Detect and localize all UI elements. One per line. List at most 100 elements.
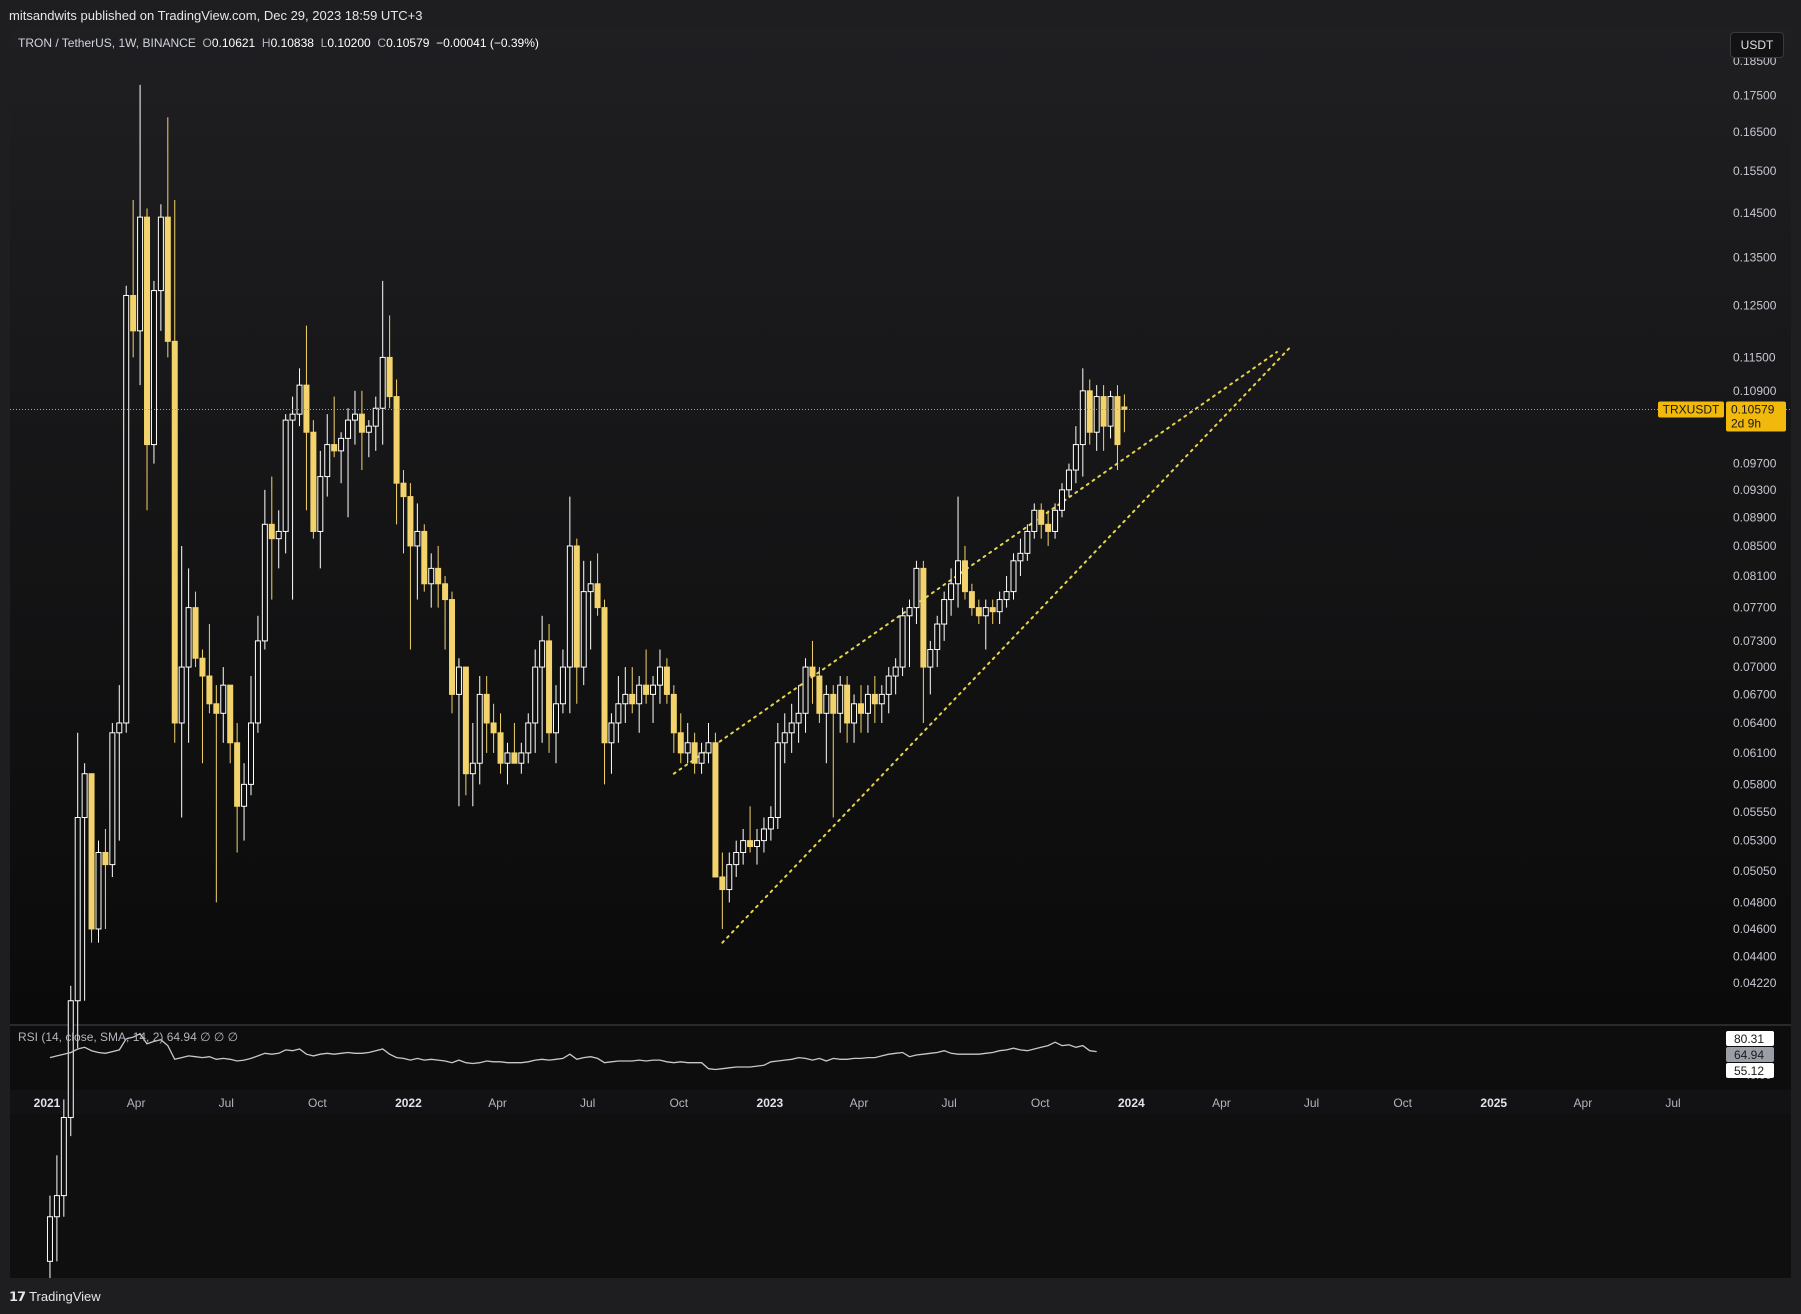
candle-body[interactable]: [1010, 560, 1017, 593]
candle-body[interactable]: [1114, 396, 1121, 446]
chart-frame[interactable]: 0.18500 0.17500 0.16500 0.15500 0.14500 0.135…: [10, 28, 1791, 1278]
candle-body[interactable]: [948, 583, 955, 601]
candle-body[interactable]: [712, 742, 719, 878]
candle-body[interactable]: [920, 567, 927, 668]
candle-body[interactable]: [996, 599, 1003, 613]
candle-body[interactable]: [566, 545, 573, 668]
candle-body[interactable]: [60, 1117, 67, 1197]
candle-body[interactable]: [809, 666, 816, 677]
candle-body[interactable]: [88, 773, 95, 930]
candle-body[interactable]: [691, 742, 698, 764]
candle-body[interactable]: [941, 599, 948, 625]
candle-body[interactable]: [781, 732, 788, 744]
candle-body[interactable]: [199, 657, 206, 677]
candle-body[interactable]: [178, 666, 185, 724]
candle-body[interactable]: [109, 732, 116, 866]
candle-body[interactable]: [601, 607, 608, 744]
candle-body[interactable]: [365, 425, 372, 433]
candle-body[interactable]: [275, 530, 282, 540]
candle-body[interactable]: [81, 773, 88, 819]
candle-body[interactable]: [254, 640, 261, 724]
candle-body[interactable]: [989, 607, 996, 613]
candle-body[interactable]: [407, 496, 414, 547]
candle-body[interactable]: [857, 703, 864, 714]
candle-body[interactable]: [227, 684, 234, 744]
candle-body[interactable]: [1093, 396, 1100, 433]
candle-body[interactable]: [837, 684, 844, 714]
candle-body[interactable]: [684, 742, 691, 754]
tradingview-logo[interactable]: 𝟭𝟳 TradingView: [9, 1289, 101, 1305]
candle-body[interactable]: [878, 693, 885, 705]
candle-body[interactable]: [975, 607, 982, 617]
candle-body[interactable]: [261, 523, 268, 642]
candle-body[interactable]: [74, 817, 81, 1002]
candle-body[interactable]: [802, 666, 809, 714]
candle-body[interactable]: [130, 294, 137, 332]
candle-body[interactable]: [116, 722, 123, 734]
candle-body[interactable]: [1107, 396, 1114, 427]
candle-body[interactable]: [934, 623, 941, 650]
candle-body[interactable]: [823, 693, 830, 714]
candle-body[interactable]: [379, 356, 386, 409]
candle-body[interactable]: [386, 356, 393, 398]
candle-body[interactable]: [171, 340, 178, 724]
candle-body[interactable]: [892, 666, 899, 677]
candle-body[interactable]: [774, 742, 781, 819]
candle-body[interactable]: [1017, 552, 1024, 562]
candle-body[interactable]: [504, 752, 511, 764]
candle-body[interactable]: [185, 607, 192, 668]
candle-body[interactable]: [656, 666, 663, 686]
candle-body[interactable]: [1052, 509, 1059, 532]
candle-body[interactable]: [497, 732, 504, 764]
candle-body[interactable]: [490, 722, 497, 734]
candle-body[interactable]: [46, 1216, 53, 1262]
candle-body[interactable]: [864, 693, 871, 714]
candle-body[interactable]: [421, 530, 428, 585]
candle-body[interactable]: [1072, 444, 1079, 471]
candle-body[interactable]: [844, 684, 851, 724]
candle-body[interactable]: [719, 876, 726, 891]
candle-body[interactable]: [123, 294, 130, 724]
candle-body[interactable]: [476, 693, 483, 764]
candle-body[interactable]: [1086, 390, 1093, 433]
candle-body[interactable]: [851, 703, 858, 724]
candle-body[interactable]: [95, 851, 102, 930]
candle-body[interactable]: [303, 384, 310, 433]
candle-body[interactable]: [469, 762, 476, 775]
candle-body[interactable]: [615, 703, 622, 724]
candle-body[interactable]: [268, 523, 275, 540]
candle-body[interactable]: [213, 703, 220, 714]
candle-body[interactable]: [747, 840, 754, 848]
candle-body[interactable]: [559, 666, 566, 705]
candle-body[interactable]: [740, 840, 747, 853]
candle-body[interactable]: [53, 1195, 60, 1218]
candle-body[interactable]: [532, 666, 539, 724]
candle-body[interactable]: [899, 615, 906, 668]
candle-body[interactable]: [234, 742, 241, 807]
candle-body[interactable]: [435, 567, 442, 585]
candle-body[interactable]: [622, 693, 629, 705]
candle-body[interactable]: [372, 407, 379, 427]
candle-body[interactable]: [788, 722, 795, 734]
candle-body[interactable]: [580, 591, 587, 668]
candle-body[interactable]: [698, 752, 705, 764]
candle-body[interactable]: [546, 640, 553, 734]
candle-body[interactable]: [102, 851, 109, 866]
candle-body[interactable]: [220, 684, 227, 714]
candle-body[interactable]: [573, 545, 580, 668]
candle-body[interactable]: [650, 684, 657, 695]
candle-body[interactable]: [795, 712, 802, 724]
candle-body[interactable]: [1100, 396, 1107, 427]
candle-body[interactable]: [241, 783, 248, 807]
candle-body[interactable]: [539, 640, 546, 668]
candle-body[interactable]: [462, 666, 469, 775]
candle-body[interactable]: [754, 840, 761, 848]
candle-body[interactable]: [400, 482, 407, 498]
candle-body[interactable]: [525, 722, 532, 754]
candle-body[interactable]: [345, 419, 352, 439]
candle-body[interactable]: [511, 752, 518, 764]
candle-body[interactable]: [317, 476, 324, 532]
candle-body[interactable]: [483, 693, 490, 724]
candle-body[interactable]: [733, 851, 740, 866]
candle-body[interactable]: [636, 684, 643, 705]
